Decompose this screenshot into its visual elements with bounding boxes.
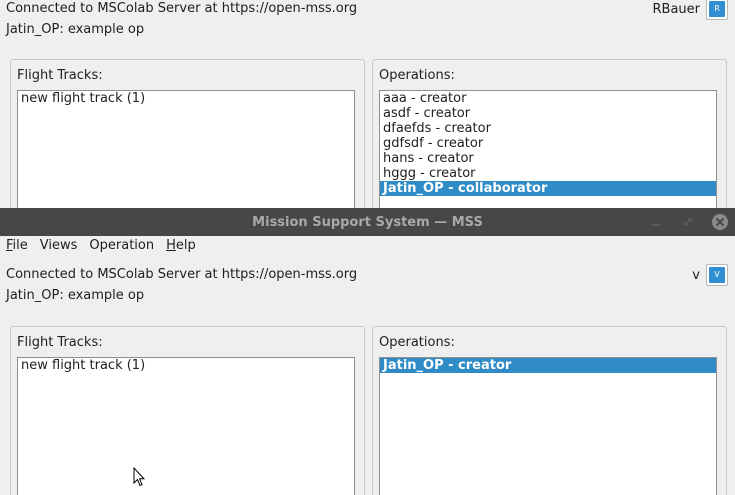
user-menu-button[interactable]: R bbox=[706, 0, 728, 20]
title-bar[interactable]: Mission Support System — MSS bbox=[0, 208, 735, 236]
username-label: v bbox=[692, 267, 700, 283]
flight-tracks-list[interactable]: new flight track (1) bbox=[17, 357, 355, 495]
active-operation-label: Jatin_OP: example op bbox=[6, 288, 145, 303]
minimize-button[interactable] bbox=[648, 214, 664, 230]
menu-file[interactable]: File bbox=[0, 236, 34, 256]
flight-tracks-label: Flight Tracks: bbox=[17, 68, 103, 83]
back-window: Connected to MSColab Server at https://o… bbox=[0, 0, 735, 208]
menu-help[interactable]: Help bbox=[160, 236, 202, 256]
operation-item[interactable]: hans - creator bbox=[380, 151, 716, 166]
menu-bar: File Views Operation Help bbox=[0, 236, 735, 256]
operation-item[interactable]: asdf - creator bbox=[380, 106, 716, 121]
flight-track-item[interactable]: new flight track (1) bbox=[18, 358, 354, 373]
flight-tracks-list[interactable]: new flight track (1) bbox=[17, 90, 355, 208]
operations-list[interactable]: aaa - creator asdf - creator dfaefds - cre… bbox=[379, 90, 717, 208]
menu-help-label: elp bbox=[175, 238, 196, 253]
menu-views[interactable]: Views bbox=[34, 236, 84, 256]
operation-item[interactable]: Jatin_OP - creator bbox=[380, 358, 716, 373]
user-area: RBauer R bbox=[652, 0, 728, 20]
menu-views-label: Views bbox=[39, 238, 78, 253]
window-title: Mission Support System — MSS bbox=[252, 214, 483, 230]
minimize-icon bbox=[652, 224, 660, 226]
connection-status: Connected to MSColab Server at https://o… bbox=[6, 267, 358, 282]
avatar-icon: V bbox=[709, 267, 725, 283]
menu-operation[interactable]: Operation bbox=[83, 236, 160, 256]
front-window: Mission Support System — MSS File Views … bbox=[0, 208, 735, 495]
username-label: RBauer bbox=[652, 1, 701, 17]
window-controls bbox=[632, 208, 728, 236]
operation-item[interactable]: aaa - creator bbox=[380, 91, 716, 106]
user-area: v V bbox=[692, 264, 728, 286]
operation-item[interactable]: dfaefds - creator bbox=[380, 121, 716, 136]
operations-group: Operations: Jatin_OP - creator bbox=[372, 326, 727, 495]
operation-item[interactable]: Jatin_OP - collaborator bbox=[380, 181, 716, 196]
avatar-icon: R bbox=[709, 1, 725, 17]
maximize-button[interactable] bbox=[680, 214, 696, 230]
close-icon bbox=[712, 214, 728, 230]
flight-tracks-group: Flight Tracks: new flight track (1) bbox=[10, 326, 365, 495]
operations-list[interactable]: Jatin_OP - creator bbox=[379, 357, 717, 495]
menu-operation-label: Operation bbox=[89, 238, 155, 253]
close-button[interactable] bbox=[712, 214, 728, 230]
operations-label: Operations: bbox=[379, 335, 455, 350]
operations-label: Operations: bbox=[379, 68, 455, 83]
flight-tracks-label: Flight Tracks: bbox=[17, 335, 103, 350]
operations-group: Operations: aaa - creator asdf - creator d… bbox=[372, 59, 727, 208]
operation-item[interactable]: hggg - creator bbox=[380, 166, 716, 181]
user-menu-button[interactable]: V bbox=[706, 264, 728, 286]
maximize-icon bbox=[684, 218, 692, 226]
menu-help-mnemonic: H bbox=[166, 238, 176, 253]
flight-tracks-group: Flight Tracks: new flight track (1) bbox=[10, 59, 365, 208]
flight-track-item[interactable]: new flight track (1) bbox=[18, 91, 354, 106]
menu-file-label: ile bbox=[12, 238, 28, 253]
active-operation-label: Jatin_OP: example op bbox=[6, 22, 145, 37]
operation-item[interactable]: gdfsdf - creator bbox=[380, 136, 716, 151]
connection-status: Connected to MSColab Server at https://o… bbox=[6, 1, 358, 16]
